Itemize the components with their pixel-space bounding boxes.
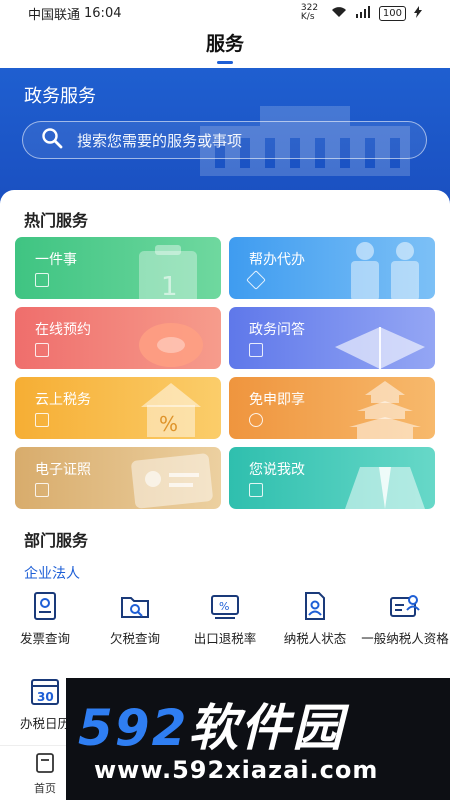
clock-text: 16:04 (84, 5, 122, 21)
card-label: 在线预约 (35, 322, 91, 338)
dept-item-invoice[interactable]: 发票查询 (0, 590, 90, 647)
card-label: 电子证照 (35, 462, 91, 478)
tab-home[interactable]: 首页 (22, 752, 68, 796)
svg-text:%: % (159, 412, 178, 436)
card-label: 您说我改 (249, 462, 305, 478)
screen-icon (35, 413, 49, 427)
watermark-url: www.592xiazai.com (94, 756, 379, 784)
card-zhengwuwenda[interactable]: 政务问答 (229, 307, 435, 369)
status-bar: 中国联通 16:04 322 K/s 100 (0, 0, 450, 26)
svg-text:1: 1 (161, 272, 178, 299)
tab-home-label: 首页 (34, 782, 56, 795)
page-header: 服务 (0, 26, 450, 68)
pagoda-icon (349, 381, 421, 439)
id-card-icon (390, 595, 420, 617)
book-icon (249, 343, 263, 357)
diamond-icon (246, 270, 266, 290)
clipboard-icon: 1 (139, 245, 197, 299)
checklist-icon (35, 343, 49, 357)
card-label: 一件事 (35, 252, 77, 268)
dept-item-label: 一般纳税人资格 (361, 631, 449, 646)
flower-icon (249, 413, 263, 427)
carrier-text: 中国联通 (28, 7, 81, 23)
svg-text:30: 30 (37, 690, 54, 704)
id-card-illustration (131, 453, 213, 509)
wifi-icon (331, 6, 347, 21)
calendar-icon: 30 (31, 679, 59, 705)
card-label: 云上税务 (35, 392, 91, 408)
search-placeholder: 搜索您需要的服务或事项 (77, 131, 243, 150)
home-doc-icon (36, 753, 54, 773)
person-doc-icon (305, 592, 325, 620)
card-yijianshi[interactable]: 1 一件事 (15, 237, 221, 299)
page-title: 服务 (205, 33, 244, 55)
card-dianzizhengzhao[interactable]: 电子证照 (15, 447, 221, 509)
battery-icon: 100 (378, 5, 406, 21)
search-input[interactable]: 搜索您需要的服务或事项 (22, 121, 427, 159)
hero-banner: 政务服务 搜索您需要的服务或事项 (0, 68, 450, 208)
invoice-icon (34, 592, 56, 620)
dept-item-taxpayer-status[interactable]: 纳税人状态 (270, 590, 360, 647)
card-mianshenjixiang[interactable]: 免申即享 (229, 377, 435, 439)
net-speed-text: 322 K/s (300, 3, 319, 22)
handshake-icon (351, 242, 419, 299)
dept-services-title: 部门服务 (24, 531, 89, 550)
dept-item-label: 发票查询 (19, 631, 70, 646)
card-yunshangshuiwu[interactable]: % 云上税务 (15, 377, 221, 439)
dept-item-label: 纳税人状态 (283, 631, 347, 646)
hero-title: 政务服务 (24, 86, 96, 107)
dept-item-label: 欠税查询 (109, 631, 160, 646)
dept-subtitle-tab[interactable]: 企业法人 (24, 563, 80, 583)
search-icon (41, 127, 63, 153)
card-ninshuowogai[interactable]: 您说我改 (229, 447, 435, 509)
card-label: 政务问答 (249, 322, 305, 338)
watermark-overlay: 592软件园 www.592xiazai.com (66, 678, 450, 800)
dept-item-export-rebate[interactable]: % 出口退税率 (180, 590, 270, 647)
hot-services-title: 热门服务 (24, 211, 89, 230)
card-label: 帮办代办 (249, 252, 305, 268)
svg-text:%: % (219, 600, 229, 613)
card-zaixianyuyue[interactable]: 在线预约 (15, 307, 221, 369)
dept-item-tax-owed[interactable]: 欠税查询 (90, 590, 180, 647)
dept-item-general-taxpayer[interactable]: 一般纳税人资格 (360, 590, 450, 647)
card-bangban[interactable]: 帮办代办 (229, 237, 435, 299)
charging-icon (414, 5, 422, 21)
chat-bubble-icon (139, 323, 203, 367)
watermark-logo: 592软件园 (78, 699, 345, 757)
open-book-icon (335, 327, 425, 369)
house-percent-icon: % (141, 383, 201, 437)
signal-icon (355, 5, 371, 21)
businessman-icon (345, 467, 425, 509)
title-underline (217, 61, 233, 64)
dept-item-label: 出口退税率 (193, 631, 257, 646)
card-label: 免申即享 (249, 392, 305, 408)
percent-card-icon: % (211, 595, 239, 619)
info-icon (35, 273, 49, 287)
id-icon (35, 483, 49, 497)
folder-search-icon (121, 597, 149, 618)
main-content: 热门服务 1 一件事 帮办代办 在线预约 政务问答 % 云上税务 免申即享 电子… (0, 190, 450, 745)
edit-icon (249, 483, 263, 497)
